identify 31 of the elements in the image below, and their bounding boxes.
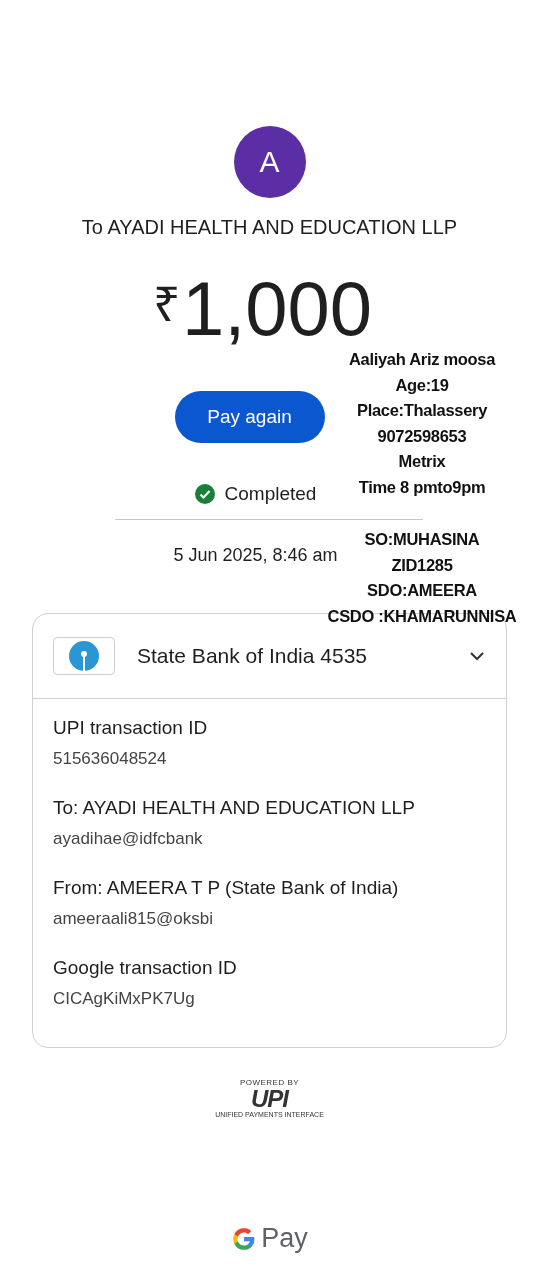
annotation-text: CSDO :KHAMARUNNISA (327, 605, 517, 627)
recipient-name: To AYADI HEALTH AND EDUCATION LLP (81, 216, 458, 239)
detail-value: ayadihae@idfcbank (53, 829, 204, 849)
annotation-text: SO:MUHASINA (364, 529, 480, 550)
detail-label: Google transaction ID (53, 957, 238, 979)
detail-label: From: AMEERA T P (State Bank of India) (53, 877, 400, 899)
detail-value: CICAgKiMxPK7Ug (53, 989, 196, 1009)
annotation-text: Age:19 (395, 374, 449, 396)
annotation-text: Time 8 pmto9pm (358, 476, 486, 498)
chevron-icon[interactable] (468, 650, 486, 662)
annotation-text: SDO:AMEERA (367, 580, 477, 601)
annotation-text: Aaliyah Ariz moosa (348, 349, 496, 370)
detail-value: ameeraali815@oksbi (53, 909, 214, 929)
bank-logo-icon (53, 637, 115, 675)
status-label: Completed (224, 483, 317, 505)
currency-symbol: ₹ (152, 281, 180, 329)
annotation-text: Metrix (398, 451, 446, 472)
bank-account: State Bank of India 4535 (137, 644, 368, 668)
detail-label: UPI transaction ID (53, 717, 209, 739)
brand-name: Pay (261, 1223, 308, 1254)
detail-label: To: AYADI HEALTH AND EDUCATION LLP (53, 797, 416, 819)
avatar: A (233, 126, 306, 198)
amount: 1,000 (181, 271, 373, 347)
powered-by-label: POWERED BY (239, 1078, 300, 1087)
pay-again-button[interactable]: Pay again (174, 391, 325, 443)
transaction-date: 5 Jun 2025, 8:46 am (173, 545, 338, 566)
upi-logo: UPI (251, 1087, 288, 1111)
annotation-text: ZID1285 (391, 554, 453, 576)
annotation-text: Place:Thalassery (356, 400, 487, 421)
annotation-text: 9072598653 (377, 425, 467, 447)
detail-value: 515636048524 (53, 749, 168, 769)
